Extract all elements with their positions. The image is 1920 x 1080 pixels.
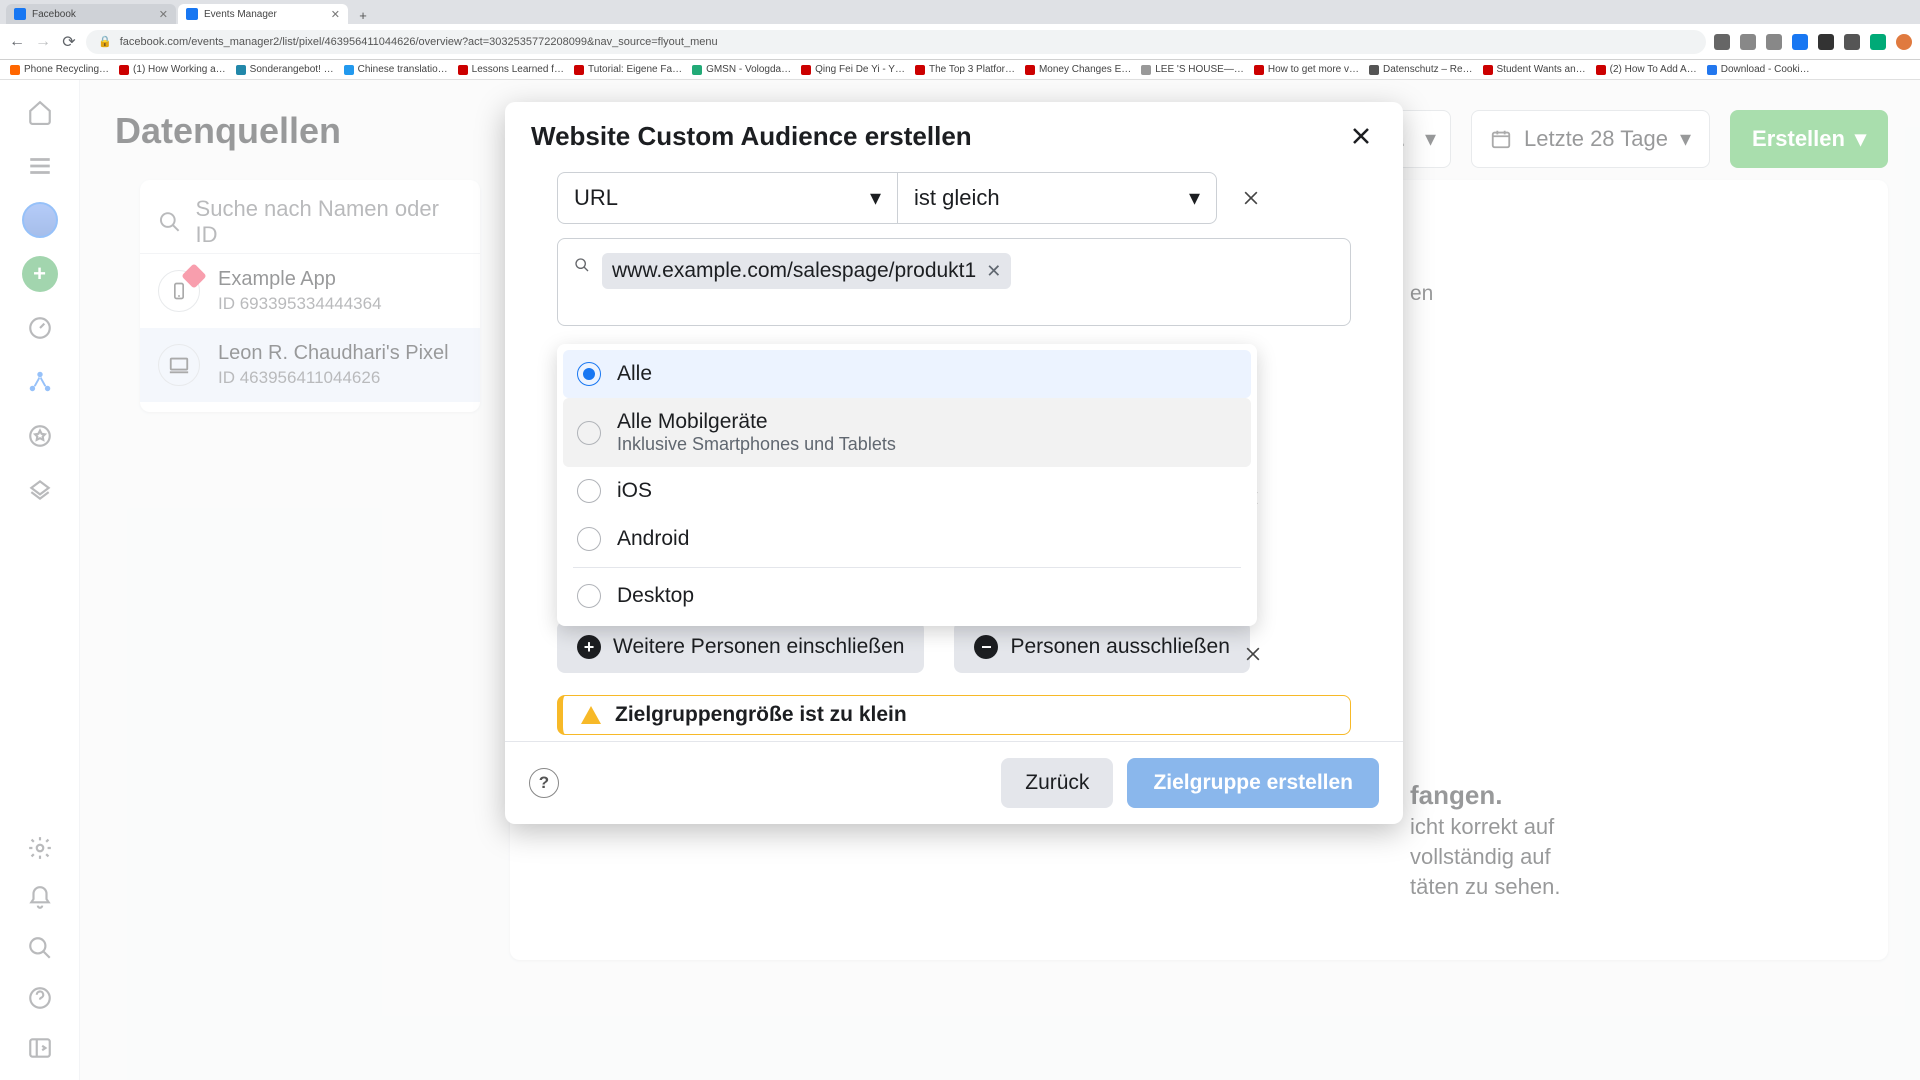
option-title: Android: [617, 527, 689, 551]
audience-size-warning: Zielgruppengröße ist zu klein: [557, 695, 1351, 735]
bookmark[interactable]: Lessons Learned f…: [458, 64, 564, 75]
radio-icon: [577, 479, 601, 503]
url-chip-input[interactable]: www.example.com/salespage/produkt1 ✕: [557, 238, 1351, 326]
url-field-label: URL: [574, 185, 618, 211]
browser-tab[interactable]: Events Manager ✕: [178, 4, 348, 24]
help-icon[interactable]: ?: [529, 768, 559, 798]
option-title: Desktop: [617, 584, 694, 608]
create-audience-label: Zielgruppe erstellen: [1153, 771, 1353, 795]
remove-row-button[interactable]: [1233, 634, 1273, 674]
back-label: Zurück: [1025, 771, 1089, 795]
bookmarks-bar: Phone Recycling… (1) How Working a… Sond…: [0, 60, 1920, 80]
bookmark[interactable]: Phone Recycling…: [10, 64, 109, 75]
close-icon: [1349, 124, 1373, 148]
bookmark[interactable]: LEE 'S HOUSE—…: [1141, 64, 1244, 75]
chevron-down-icon: ▾: [1189, 185, 1200, 211]
close-icon[interactable]: ✕: [331, 8, 340, 21]
bookmark[interactable]: Chinese translatio…: [344, 64, 448, 75]
exclude-label: Personen ausschließen: [1010, 635, 1229, 659]
url-chip: www.example.com/salespage/produkt1 ✕: [602, 253, 1011, 289]
bookmark[interactable]: (2) How To Add A…: [1596, 64, 1697, 75]
option-subtitle: Inklusive Smartphones und Tablets: [617, 434, 896, 455]
forward-icon[interactable]: →: [34, 33, 52, 51]
minus-icon: −: [974, 635, 998, 659]
extension-icon[interactable]: [1740, 34, 1756, 50]
extension-icon[interactable]: [1818, 34, 1834, 50]
device-option[interactable]: Android: [563, 515, 1251, 563]
warning-text: Zielgruppengröße ist zu klein: [615, 703, 907, 727]
option-title: iOS: [617, 479, 652, 503]
app-viewport: + Datenquellen Leon R. Chaudhari (303253…: [0, 80, 1920, 1080]
include-people-button[interactable]: + Weitere Personen einschließen: [557, 621, 924, 673]
bookmark[interactable]: Money Changes E…: [1025, 64, 1131, 75]
bookmark[interactable]: The Top 3 Platfor…: [915, 64, 1015, 75]
option-title: Alle Mobilgeräte: [617, 410, 896, 434]
bookmark[interactable]: Student Wants an…: [1483, 64, 1586, 75]
create-audience-button[interactable]: Zielgruppe erstellen: [1127, 758, 1379, 808]
url-text: facebook.com/events_manager2/list/pixel/…: [120, 36, 718, 48]
extension-icon[interactable]: [1870, 34, 1886, 50]
back-icon[interactable]: ←: [8, 33, 26, 51]
bookmark[interactable]: Datenschutz – Re…: [1369, 64, 1473, 75]
warning-icon: [581, 706, 601, 724]
device-option[interactable]: Desktop: [563, 572, 1251, 620]
close-icon[interactable]: ✕: [159, 8, 168, 21]
radio-icon: [577, 362, 601, 386]
bookmark[interactable]: Tutorial: Eigene Fa…: [574, 64, 682, 75]
tab-title: Facebook: [32, 9, 76, 20]
operator-dropdown[interactable]: ist gleich ▾: [897, 172, 1217, 224]
browser-tab[interactable]: Facebook ✕: [6, 4, 176, 24]
device-option[interactable]: iOS: [563, 467, 1251, 515]
tabs-row: Facebook ✕ Events Manager ✕ +: [0, 0, 1920, 24]
facebook-favicon: [186, 8, 198, 20]
new-tab-button[interactable]: +: [354, 6, 372, 24]
extension-icon[interactable]: [1766, 34, 1782, 50]
browser-chrome: Facebook ✕ Events Manager ✕ + ← → ⟳ 🔒 fa…: [0, 0, 1920, 60]
divider: [573, 567, 1241, 568]
avatar-icon[interactable]: [1896, 34, 1912, 50]
bookmark[interactable]: Sonderangebot! …: [236, 64, 334, 75]
chip-value: www.example.com/salespage/produkt1: [612, 259, 976, 283]
modal-title: Website Custom Audience erstellen: [531, 121, 972, 152]
radio-icon: [577, 421, 601, 445]
modal-footer: ? Zurück Zielgruppe erstellen: [505, 741, 1403, 824]
exclude-people-button[interactable]: − Personen ausschließen: [954, 621, 1249, 673]
bookmark[interactable]: Qing Fei De Yi - Y…: [801, 64, 905, 75]
bookmark[interactable]: GMSN - Vologda…: [692, 64, 791, 75]
bookmark[interactable]: How to get more v…: [1254, 64, 1359, 75]
plus-icon: +: [577, 635, 601, 659]
bookmark[interactable]: Download - Cooki…: [1707, 64, 1810, 75]
device-option[interactable]: Alle: [563, 350, 1251, 398]
include-label: Weitere Personen einschließen: [613, 635, 904, 659]
facebook-favicon: [14, 8, 26, 20]
extension-icon[interactable]: [1844, 34, 1860, 50]
option-title: Alle: [617, 362, 652, 386]
remove-row-button[interactable]: [1231, 178, 1271, 218]
radio-icon: [577, 527, 601, 551]
address-bar-row: ← → ⟳ 🔒 facebook.com/events_manager2/lis…: [0, 24, 1920, 60]
chevron-down-icon: ▾: [870, 185, 881, 211]
close-button[interactable]: [1345, 120, 1377, 152]
tab-title: Events Manager: [204, 9, 277, 20]
url-field-dropdown[interactable]: URL ▾: [557, 172, 897, 224]
chip-remove-icon[interactable]: ✕: [986, 261, 1001, 282]
extension-icons: [1714, 34, 1912, 50]
extension-icon[interactable]: [1792, 34, 1808, 50]
operator-label: ist gleich: [914, 185, 1000, 211]
device-option[interactable]: Alle Mobilgeräte Inklusive Smartphones u…: [563, 398, 1251, 467]
bookmark[interactable]: (1) How Working a…: [119, 64, 226, 75]
search-icon: [574, 257, 590, 278]
reload-icon[interactable]: ⟳: [60, 33, 78, 51]
extension-icon[interactable]: [1714, 34, 1730, 50]
back-button[interactable]: Zurück: [1001, 758, 1113, 808]
url-bar[interactable]: 🔒 facebook.com/events_manager2/list/pixe…: [86, 30, 1706, 54]
device-options-popup: Alle Alle Mobilgeräte Inklusive Smartpho…: [557, 344, 1257, 626]
radio-icon: [577, 584, 601, 608]
custom-audience-modal: Website Custom Audience erstellen URL ▾ …: [505, 102, 1403, 824]
lock-icon: 🔒: [98, 35, 112, 48]
